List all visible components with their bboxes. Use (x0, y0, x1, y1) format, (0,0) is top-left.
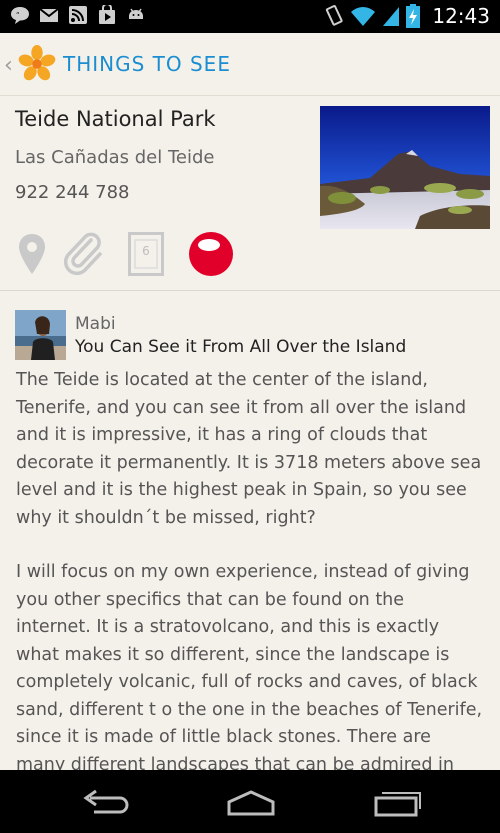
clock-time: 12:43 (432, 4, 490, 28)
place-name: Teide National Park (15, 107, 216, 131)
place-header: Teide National Park Las Cañadas del Teid… (0, 97, 500, 291)
notes-button[interactable]: 6 (128, 232, 164, 276)
talk-icon: “ (11, 7, 29, 24)
author-avatar[interactable] (15, 310, 66, 360)
notes-count: 6 (142, 244, 150, 258)
recent-apps-button-icon[interactable] (368, 788, 428, 818)
rating-ball-icon[interactable] (187, 230, 235, 278)
screen-title[interactable]: THINGS TO SEE (63, 52, 231, 76)
svg-text:“: “ (16, 11, 20, 19)
rss-icon (69, 6, 87, 24)
status-bar: “ 12:43 (0, 0, 500, 33)
review-title: You Can See it From All Over the Island (75, 337, 407, 357)
system-nav-bar (0, 770, 500, 833)
signal-icon (383, 7, 400, 26)
home-button-icon[interactable] (221, 788, 281, 818)
place-area: Las Cañadas del Teide (15, 147, 215, 168)
place-phone[interactable]: 922 244 788 (15, 182, 130, 203)
vibrate-icon (326, 5, 343, 26)
attachment-icon[interactable] (62, 232, 104, 276)
play-store-icon (99, 5, 115, 24)
back-button-icon[interactable] (74, 788, 134, 818)
flower-logo-icon[interactable] (18, 45, 56, 83)
back-chevron-icon[interactable]: ‹ (4, 53, 13, 78)
gmail-icon (39, 8, 59, 22)
review-paragraph: The Teide is located at the center of th… (16, 370, 482, 528)
review-body: The Teide is located at the center of th… (16, 367, 484, 770)
review-paragraph: I will focus on my own experience, inste… (16, 562, 483, 770)
place-actions: 6 (15, 232, 315, 282)
map-pin-icon[interactable] (17, 232, 47, 276)
place-photo[interactable] (320, 106, 490, 229)
battery-charging-icon (406, 4, 421, 28)
review-author[interactable]: Mabi (75, 314, 116, 334)
action-bar: ‹ THINGS TO SEE (0, 33, 500, 96)
android-icon (129, 8, 143, 19)
review-section: Mabi You Can See it From All Over the Is… (0, 292, 500, 770)
wifi-icon (351, 7, 376, 26)
